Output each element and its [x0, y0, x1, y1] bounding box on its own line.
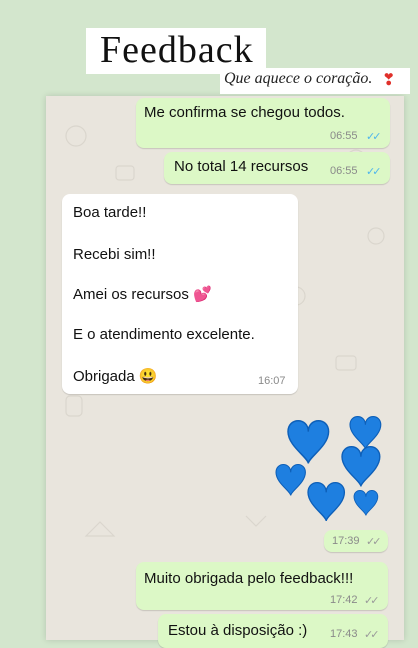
message-time: 17:43 [330, 628, 358, 640]
message-bubble-outgoing[interactable]: No total 14 recursos 06:55 ✓✓ [164, 152, 390, 184]
blue-hearts-sticker[interactable] [274, 412, 390, 524]
message-time: 17:39 [332, 535, 360, 547]
message-bubble-outgoing[interactable]: Estou à disposição :) 17:43 ✓✓ [158, 614, 388, 648]
delivered-ticks-icon: ✓✓ [364, 629, 380, 641]
story-title: Feedback [100, 29, 254, 71]
message-line: Amei os recursos 💕 [73, 286, 212, 303]
message-text: Me confirma se chegou todos. [144, 104, 345, 121]
sticker-time-bubble: 17:39 ✓✓ [324, 530, 388, 552]
message-time: 16:07 [258, 375, 286, 387]
story-subtitle: Que aquece o coração. [224, 70, 373, 87]
delivered-ticks-icon: ✓✓ [366, 536, 382, 548]
message-line: Recebi sim!! [73, 246, 156, 263]
message-bubble-incoming[interactable]: Boa tarde!! Recebi sim!! Amei os recurso… [62, 194, 298, 394]
message-time: 06:55 [330, 130, 358, 142]
message-line: E o atendimento excelente. [73, 326, 255, 343]
message-text: No total 14 recursos [174, 158, 309, 175]
delivered-ticks-icon: ✓✓ [364, 595, 380, 607]
message-bubble-outgoing[interactable]: Muito obrigada pelo feedback!!! 17:42 ✓✓ [136, 562, 388, 610]
heart-exclamation-icon: ❣ [382, 72, 396, 89]
message-time: 17:42 [330, 594, 358, 606]
message-line: Boa tarde!! [73, 204, 147, 221]
read-ticks-icon: ✓✓ [366, 166, 382, 178]
message-text: Muito obrigada pelo feedback!!! [144, 570, 354, 587]
message-time: 06:55 [330, 165, 358, 177]
message-bubble-outgoing[interactable]: Me confirma se chegou todos. 06:55 ✓✓ [136, 98, 390, 148]
message-line: Obrigada 😃 [73, 368, 158, 385]
read-ticks-icon: ✓✓ [366, 131, 382, 143]
message-text: Estou à disposição :) [168, 622, 308, 639]
